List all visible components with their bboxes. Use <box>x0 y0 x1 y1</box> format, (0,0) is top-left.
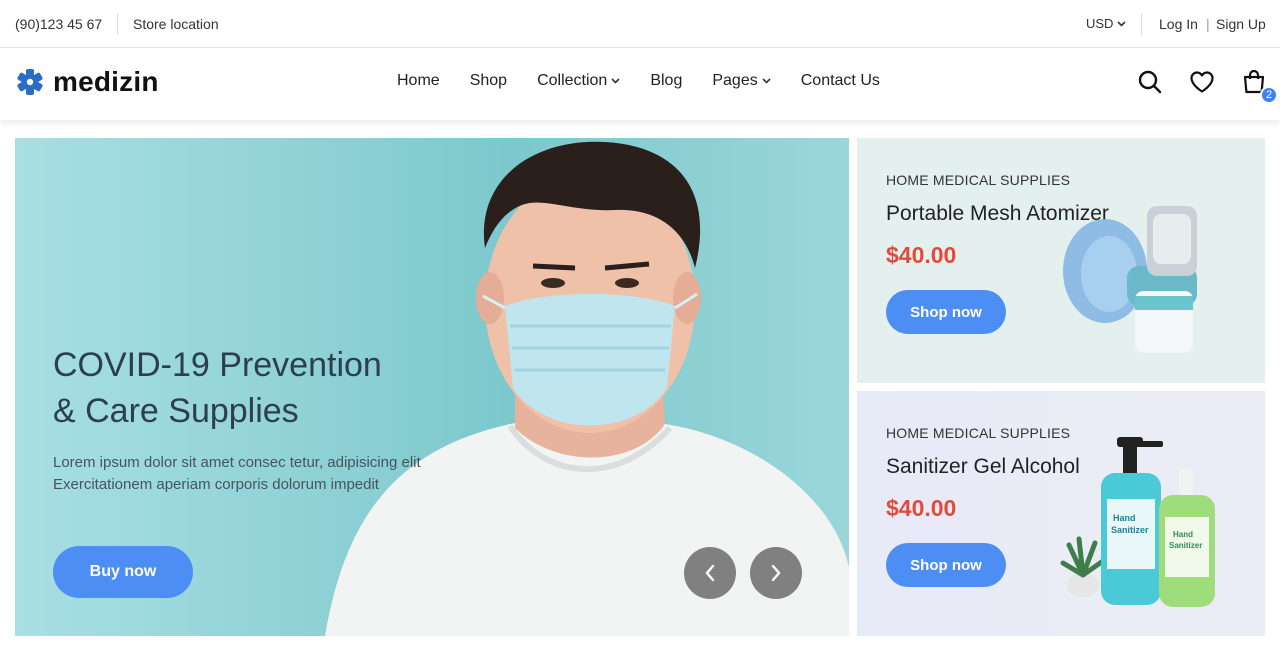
login-link[interactable]: Log In <box>1159 16 1198 32</box>
nav-collection[interactable]: Collection <box>537 72 620 90</box>
promo-banner-atomizer[interactable]: HOME MEDICAL SUPPLIES Portable Mesh Atom… <box>857 138 1265 383</box>
nav-home[interactable]: Home <box>397 72 440 90</box>
main-nav: Home Shop Collection Blog Pages Contact … <box>397 72 880 90</box>
store-location-link[interactable]: Store location <box>133 16 219 32</box>
nav-blog[interactable]: Blog <box>650 72 682 90</box>
search-icon <box>1138 70 1162 94</box>
cart-count-badge: 2 <box>1260 86 1278 104</box>
banner-price: $40.00 <box>886 495 957 521</box>
atomizer-product-image <box>1063 206 1197 353</box>
heart-icon <box>1190 71 1214 93</box>
chevron-left-icon <box>705 564 715 582</box>
hero-description: Lorem ipsum dolor sit amet consec tetur,… <box>53 454 421 493</box>
search-button[interactable] <box>1136 68 1164 96</box>
shop-now-button[interactable]: Shop now <box>886 543 1006 587</box>
nav-label: Blog <box>650 72 683 89</box>
nav-label: Contact Us <box>800 72 880 89</box>
divider <box>1141 14 1142 36</box>
phone-number[interactable]: (90)123 45 67 <box>15 16 102 32</box>
nav-label: Shop <box>469 72 508 89</box>
bottle-label-line1: Hand <box>1173 530 1193 539</box>
medical-star-icon <box>17 69 43 95</box>
banner-category: HOME MEDICAL SUPPLIES <box>886 425 1071 441</box>
hero-slider: COVID-19 Prevention & Care Supplies Lorem… <box>15 138 849 636</box>
banner-title[interactable]: Sanitizer Gel Alcohol <box>886 455 1080 479</box>
sanitizer-bottles-image: Hand Sanitizer Hand Sanitizer <box>1060 437 1215 607</box>
hero-title-line1: COVID-19 Prevention <box>53 346 382 384</box>
chevron-down-icon <box>762 78 771 84</box>
promo-banner-sanitizer[interactable]: HOME MEDICAL SUPPLIES Sanitizer Gel Alco… <box>857 391 1265 636</box>
signup-link[interactable]: Sign Up <box>1216 16 1266 32</box>
nav-label: Home <box>397 72 440 89</box>
slider-prev-button[interactable] <box>684 547 736 599</box>
buy-now-button[interactable]: Buy now <box>53 546 193 598</box>
shop-now-button[interactable]: Shop now <box>886 290 1006 334</box>
nav-contact[interactable]: Contact Us <box>801 72 880 90</box>
chevron-down-icon <box>611 78 620 84</box>
banner-category: HOME MEDICAL SUPPLIES <box>886 172 1071 188</box>
currency-label: USD <box>1086 16 1114 31</box>
currency-selector[interactable]: USD <box>1086 16 1127 31</box>
nav-pages[interactable]: Pages <box>712 72 771 90</box>
cart-button[interactable]: 2 <box>1240 68 1278 104</box>
wishlist-button[interactable] <box>1188 68 1216 96</box>
logo-text: medizin <box>53 66 159 97</box>
bottle-label-line2: Sanitizer <box>1111 525 1149 535</box>
header-actions: 2 <box>1136 68 1278 104</box>
chevron-right-icon <box>771 564 781 582</box>
hero-title-line2: & Care Supplies <box>53 392 299 430</box>
nav-label: Collection <box>537 72 608 89</box>
banner-price: $40.00 <box>886 242 957 268</box>
bottle-label-line2: Sanitizer <box>1169 541 1202 550</box>
nav-label: Pages <box>712 72 758 89</box>
bottle-label-line1: Hand <box>1113 513 1136 523</box>
slider-next-button[interactable] <box>750 547 802 599</box>
main-header: medizin Home Shop Collection Blog Pages … <box>0 48 1280 120</box>
divider <box>117 14 118 34</box>
auth-separator: | <box>1206 15 1210 32</box>
nav-shop[interactable]: Shop <box>470 72 507 90</box>
logo[interactable]: medizin <box>15 66 159 98</box>
hero-title: COVID-19 Prevention & Care Supplies <box>53 342 433 434</box>
top-bar: (90)123 45 67 Store location USD Log In … <box>0 0 1280 48</box>
chevron-down-icon <box>1117 20 1127 27</box>
